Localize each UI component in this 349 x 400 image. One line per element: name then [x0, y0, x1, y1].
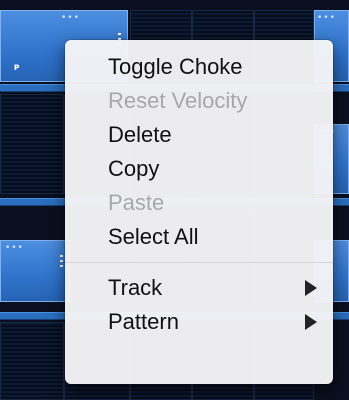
grid-cell[interactable] — [0, 94, 64, 194]
menu-item-pattern[interactable]: Pattern — [65, 305, 333, 339]
pad-dots: ••• — [317, 13, 336, 23]
pad-dots: ••• — [61, 13, 80, 23]
pad-dots: ••• — [5, 243, 24, 253]
context-menu: Toggle Choke Reset Velocity Delete Copy … — [65, 40, 333, 384]
menu-item-label: Select All — [108, 224, 199, 249]
menu-separator — [65, 262, 333, 263]
menu-item-paste: Paste — [65, 186, 333, 220]
menu-item-select-all[interactable]: Select All — [65, 220, 333, 254]
menu-item-label: Reset Velocity — [108, 88, 248, 113]
grid-cell[interactable] — [0, 322, 64, 400]
menu-item-delete[interactable]: Delete — [65, 118, 333, 152]
chevron-right-icon — [305, 314, 317, 330]
menu-item-label: Copy — [108, 156, 160, 181]
menu-item-label: Paste — [108, 190, 165, 215]
menu-item-toggle-choke[interactable]: Toggle Choke — [65, 50, 333, 84]
menu-item-label: Delete — [108, 122, 172, 147]
pattern-marker: ᴘ — [14, 62, 20, 73]
pattern-pad[interactable]: ••• — [0, 240, 70, 302]
menu-item-label: Toggle Choke — [108, 54, 243, 79]
chevron-right-icon — [305, 280, 317, 296]
menu-item-track[interactable]: Track — [65, 271, 333, 305]
pad-resize-handle[interactable] — [60, 255, 63, 269]
menu-item-copy[interactable]: Copy — [65, 152, 333, 186]
context-menu-list: Toggle Choke Reset Velocity Delete Copy … — [65, 40, 333, 339]
menu-item-label: Pattern — [108, 309, 179, 334]
menu-item-label: Track — [108, 275, 163, 300]
menu-item-reset-velocity: Reset Velocity — [65, 84, 333, 118]
